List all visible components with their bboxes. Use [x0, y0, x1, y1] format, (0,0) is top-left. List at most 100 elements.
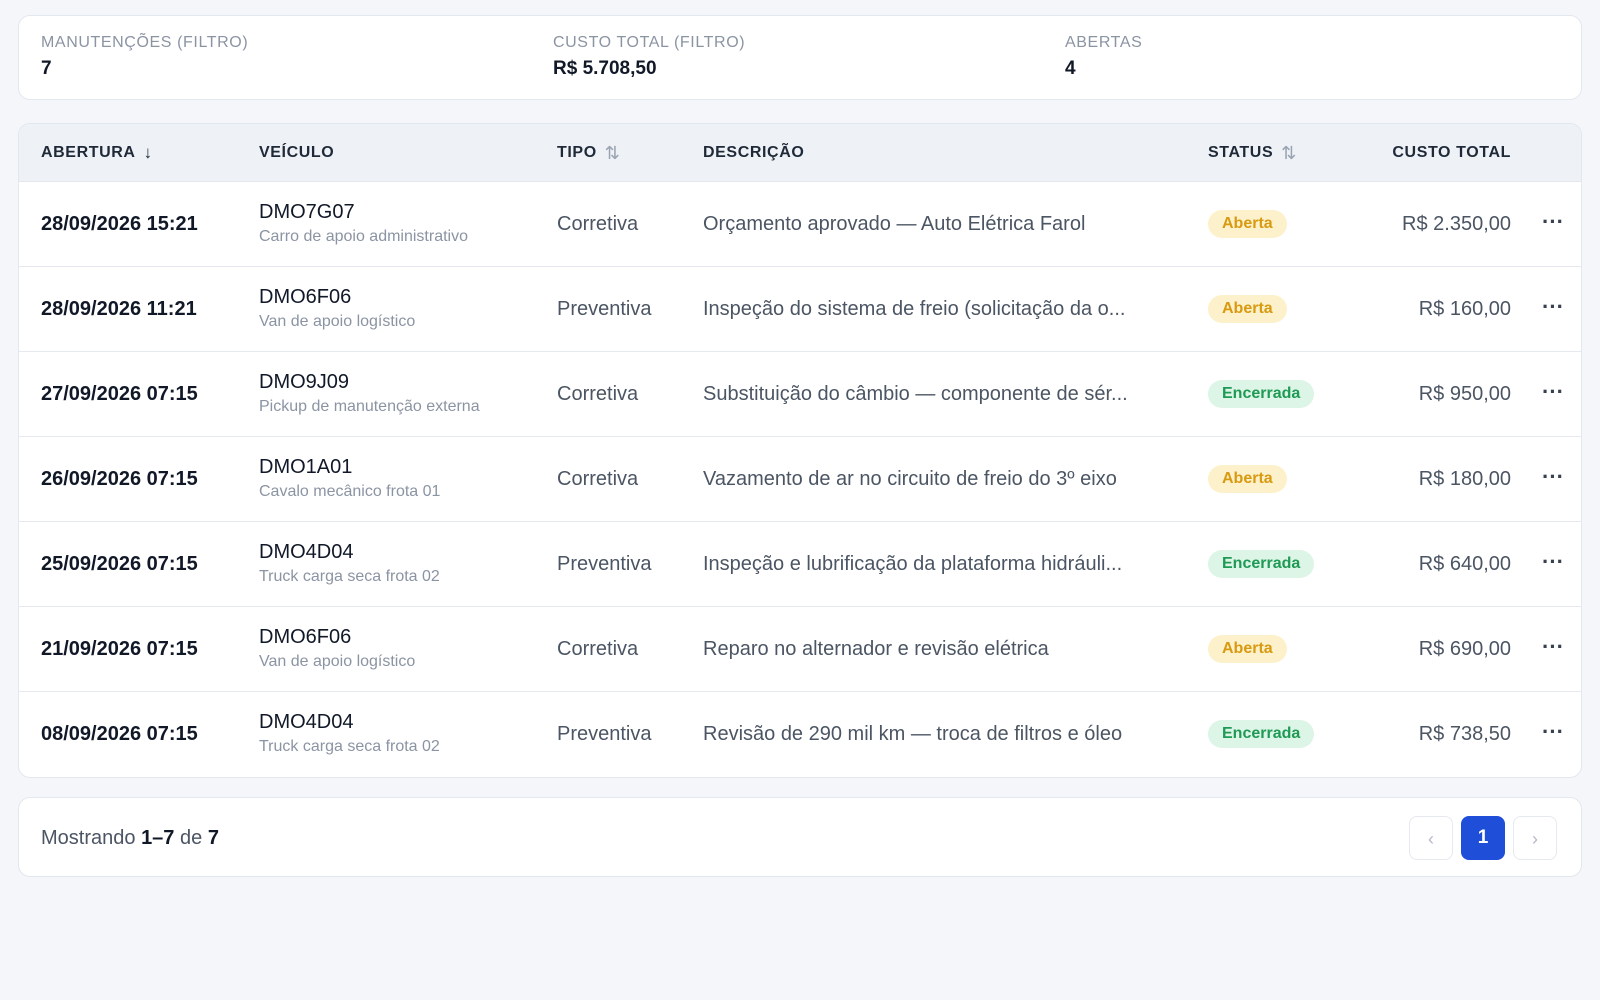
header-description: DESCRIÇÃO: [703, 124, 804, 182]
maintenance-table: ABERTURA ↓ VEÍCULO TIPO ⇅ DESCRIÇÃO STATUS…: [18, 123, 1582, 778]
cell-opening: 21/09/2026 07:15: [41, 638, 198, 660]
cell-status: Aberta: [1208, 635, 1287, 663]
cell-status: Aberta: [1208, 210, 1287, 238]
cell-status: Encerrada: [1208, 720, 1315, 748]
status-badge: Aberta: [1208, 465, 1287, 493]
vehicle-plate: DMO6F06: [259, 286, 352, 308]
pagination-bar: Mostrando 1–7 de 7 ‹ 1 ›: [18, 797, 1582, 877]
cell-opening: 28/09/2026 15:21: [41, 213, 198, 235]
table-row[interactable]: 28/09/2026 11:21 DMO6F06 Van de apoio lo…: [19, 267, 1581, 352]
page-button-current[interactable]: 1: [1461, 816, 1505, 860]
cell-vehicle: DMO7G07 Carro de apoio administrativo: [259, 201, 468, 246]
more-horizontal-icon[interactable]: ···: [1539, 522, 1567, 607]
more-horizontal-icon[interactable]: ···: [1539, 267, 1567, 352]
table-row[interactable]: 26/09/2026 07:15 DMO1A01 Cavalo mecânico…: [19, 437, 1581, 522]
vehicle-description: Cavalo mecânico frota 01: [259, 483, 441, 500]
cell-type: Preventiva: [557, 723, 652, 745]
cell-type: Corretiva: [557, 468, 639, 490]
summary-card: MANUTENÇÕES (FILTRO) 7 CUSTO TOTAL (FILT…: [18, 15, 1582, 100]
header-total-cost: CUSTO TOTAL: [1319, 124, 1511, 182]
vehicle-plate: DMO1A01: [259, 456, 353, 478]
pagination-prefix: Mostrando: [41, 827, 136, 849]
table-row[interactable]: 08/09/2026 07:15 DMO4D04 Truck carga sec…: [19, 692, 1581, 777]
stat-total-cost-label: CUSTO TOTAL (FILTRO): [553, 34, 746, 51]
cell-status: Aberta: [1208, 295, 1287, 323]
stat-open-value: 4: [1065, 58, 1076, 79]
stat-maintenances: MANUTENÇÕES (FILTRO) 7: [41, 34, 248, 80]
cell-description: Orçamento aprovado — Auto Elétrica Farol: [703, 213, 1086, 235]
status-badge: Encerrada: [1208, 550, 1315, 578]
chevron-right-icon: ›: [1532, 829, 1538, 849]
vehicle-plate: DMO7G07: [259, 201, 355, 223]
cell-type: Preventiva: [557, 553, 652, 575]
more-horizontal-icon[interactable]: ···: [1539, 607, 1567, 692]
stat-open-label: ABERTAS: [1065, 34, 1143, 51]
vehicle-description: Truck carga seca frota 02: [259, 738, 440, 755]
cell-cost: R$ 2.350,00: [1402, 213, 1511, 235]
cell-description: Reparo no alternador e revisão elétrica: [703, 638, 1049, 660]
vehicle-description: Van de apoio logístico: [259, 653, 416, 670]
vehicle-description: Pickup de manutenção externa: [259, 398, 480, 415]
header-type[interactable]: TIPO ⇅: [557, 124, 620, 182]
stat-open: ABERTAS 4: [1065, 34, 1142, 80]
status-badge: Aberta: [1208, 635, 1287, 663]
stat-maintenances-value: 7: [41, 58, 52, 79]
next-page-button[interactable]: ›: [1513, 816, 1557, 860]
chevron-left-icon: ‹: [1428, 829, 1434, 849]
cell-status: Encerrada: [1208, 380, 1315, 408]
vehicle-plate: DMO4D04: [259, 541, 354, 563]
header-status[interactable]: STATUS ⇅: [1208, 124, 1297, 182]
cell-status: Aberta: [1208, 465, 1287, 493]
vehicle-plate: DMO9J09: [259, 371, 350, 393]
cell-type: Corretiva: [557, 213, 639, 235]
more-horizontal-icon[interactable]: ···: [1539, 352, 1567, 437]
pagination-of: de: [180, 827, 203, 849]
header-opening[interactable]: ABERTURA ↓: [41, 124, 153, 182]
header-vehicle-label: VEÍCULO: [259, 144, 335, 161]
cell-opening: 28/09/2026 11:21: [41, 298, 197, 320]
cell-description: Substituição do câmbio — componente de s…: [703, 383, 1128, 405]
cell-cost: R$ 640,00: [1418, 553, 1511, 575]
sort-icon: ⇅: [604, 143, 621, 163]
status-badge: Aberta: [1208, 295, 1287, 323]
table-body: 28/09/2026 15:21 DMO7G07 Carro de apoio …: [19, 182, 1581, 777]
header-vehicle: VEÍCULO: [259, 124, 334, 182]
more-horizontal-icon[interactable]: ···: [1539, 437, 1567, 522]
cell-vehicle: DMO6F06 Van de apoio logístico: [259, 626, 415, 671]
cell-cost: R$ 950,00: [1418, 383, 1511, 405]
cell-vehicle: DMO4D04 Truck carga seca frota 02: [259, 711, 440, 756]
cell-description: Vazamento de ar no circuito de freio do …: [703, 468, 1117, 490]
more-horizontal-icon[interactable]: ···: [1539, 692, 1567, 777]
vehicle-description: Truck carga seca frota 02: [259, 568, 440, 585]
header-opening-label: ABERTURA: [41, 144, 136, 161]
vehicle-description: Van de apoio logístico: [259, 313, 416, 330]
vehicle-plate: DMO6F06: [259, 626, 352, 648]
cell-vehicle: DMO9J09 Pickup de manutenção externa: [259, 371, 480, 416]
cell-status: Encerrada: [1208, 550, 1315, 578]
cell-cost: R$ 160,00: [1418, 298, 1511, 320]
table-header: ABERTURA ↓ VEÍCULO TIPO ⇅ DESCRIÇÃO STATUS…: [19, 124, 1581, 182]
stat-maintenances-label: MANUTENÇÕES (FILTRO): [41, 34, 249, 51]
cell-opening: 08/09/2026 07:15: [41, 723, 198, 745]
header-description-label: DESCRIÇÃO: [703, 144, 805, 161]
stat-total-cost: CUSTO TOTAL (FILTRO) R$ 5.708,50: [553, 34, 745, 80]
pagination-range: 1–7: [141, 827, 175, 849]
status-badge: Aberta: [1208, 210, 1287, 238]
header-total-cost-label: CUSTO TOTAL: [1392, 144, 1511, 161]
cell-cost: R$ 180,00: [1418, 468, 1511, 490]
table-row[interactable]: 25/09/2026 07:15 DMO4D04 Truck carga sec…: [19, 522, 1581, 607]
table-row[interactable]: 28/09/2026 15:21 DMO7G07 Carro de apoio …: [19, 182, 1581, 267]
cell-vehicle: DMO4D04 Truck carga seca frota 02: [259, 541, 440, 586]
cell-description: Inspeção e lubrificação da plataforma hi…: [703, 553, 1123, 575]
header-status-label: STATUS: [1208, 144, 1274, 161]
cell-opening: 25/09/2026 07:15: [41, 553, 198, 575]
pagination-total: 7: [207, 827, 219, 849]
status-badge: Encerrada: [1208, 380, 1315, 408]
prev-page-button[interactable]: ‹: [1409, 816, 1453, 860]
more-horizontal-icon[interactable]: ···: [1539, 182, 1567, 267]
table-row[interactable]: 21/09/2026 07:15 DMO6F06 Van de apoio lo…: [19, 607, 1581, 692]
vehicle-plate: DMO4D04: [259, 711, 354, 733]
cell-cost: R$ 738,50: [1418, 723, 1511, 745]
table-row[interactable]: 27/09/2026 07:15 DMO9J09 Pickup de manut…: [19, 352, 1581, 437]
cell-opening: 26/09/2026 07:15: [41, 468, 198, 490]
